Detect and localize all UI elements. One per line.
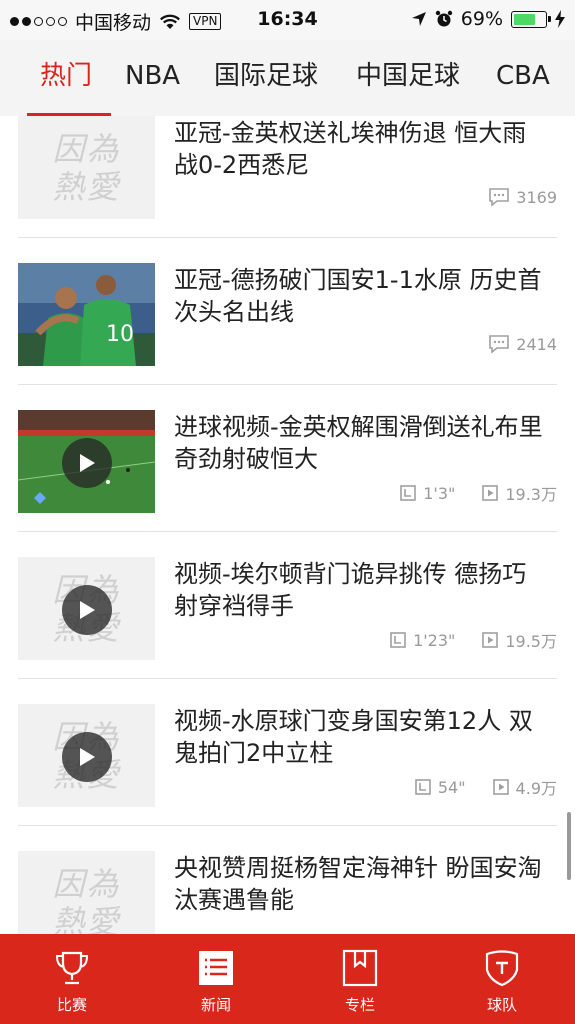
- charging-icon: [555, 10, 565, 28]
- nav-label: 比赛: [56, 996, 87, 1014]
- video-meta: 54" 4.9万: [414, 775, 557, 799]
- comment-icon: [489, 335, 510, 354]
- news-item[interactable]: 因為熱愛 视频-水原球门变身国安第12人 双鬼拍门2中立柱 54" 4.9万: [0, 679, 575, 826]
- news-title: 视频-埃尔顿背门诡异挑传 德扬巧射穿裆得手: [174, 560, 527, 620]
- nav-columns[interactable]: 专栏: [320, 934, 400, 1024]
- tab-intl-football[interactable]: 国际足球: [214, 40, 318, 116]
- news-item[interactable]: 因為熱愛 视频-埃尔顿背门诡异挑传 德扬巧射穿裆得手 1'23" 19.5万: [0, 532, 575, 679]
- play-count-icon: [482, 632, 499, 648]
- news-title: 央视赞周挺杨智定海神针 盼国安淘汰赛遇鲁能: [174, 854, 542, 914]
- category-tabs: 热门 NBA 国际足球 中国足球 CBA: [0, 40, 575, 116]
- thumbnail-video: [18, 410, 155, 513]
- thumbnail-video-placeholder: 因為熱愛: [18, 704, 155, 807]
- scrollbar[interactable]: [567, 812, 571, 880]
- battery-icon: [511, 10, 551, 28]
- news-item[interactable]: 进球视频-金英权解围滑倒送礼布里奇劲射破恒大 1'3" 19.3万: [0, 385, 575, 532]
- location-arrow-icon: [411, 12, 426, 26]
- duration-icon: [400, 485, 417, 501]
- trophy-icon: [55, 951, 89, 985]
- play-button[interactable]: [62, 732, 112, 782]
- play-icon: [80, 454, 95, 472]
- status-bar: 中国移动 VPN 16:34 69%: [0, 0, 575, 40]
- news-title: 亚冠-金英权送礼埃神伤退 恒大雨战0-2西悉尼: [174, 119, 527, 179]
- tab-nba[interactable]: NBA: [125, 40, 180, 116]
- news-title: 进球视频-金英权解围滑倒送礼布里奇劲射破恒大: [174, 413, 543, 473]
- play-icon: [80, 748, 95, 766]
- tab-cba[interactable]: CBA: [496, 40, 550, 116]
- news-list[interactable]: 因為 熱愛 亚冠-金英权送礼埃神伤退 恒大雨战0-2西悉尼 3169 10 亚冠…: [0, 116, 575, 934]
- svg-text:10: 10: [106, 322, 134, 347]
- comment-count: 3169: [488, 187, 557, 207]
- news-item[interactable]: 10 亚冠-德扬破门国安1-1水原 历史首次头名出线 2414: [0, 238, 575, 385]
- news-icon: [199, 951, 233, 985]
- thumbnail-placeholder: 因為 熱愛: [18, 851, 155, 934]
- duration-icon: [415, 779, 431, 795]
- battery-percent: 69%: [460, 8, 503, 30]
- status-right: 69%: [411, 8, 565, 30]
- tab-china-football[interactable]: 中国足球: [356, 40, 460, 116]
- thumbnail-placeholder: 因為 熱愛: [18, 116, 155, 219]
- comment-icon: [489, 188, 510, 207]
- bookmark-icon: [342, 949, 378, 987]
- video-meta: 1'3" 19.3万: [399, 481, 557, 505]
- thumbnail-video-placeholder: 因為熱愛: [18, 557, 155, 660]
- video-meta: 1'23" 19.5万: [389, 628, 557, 652]
- play-icon: [80, 601, 95, 619]
- news-title: 亚冠-德扬破门国安1-1水原 历史首次头名出线: [174, 266, 542, 326]
- nav-label: 专栏: [344, 996, 375, 1014]
- nav-matches[interactable]: 比赛: [32, 934, 112, 1024]
- nav-label: 球队: [486, 996, 517, 1014]
- alarm-icon: [435, 10, 452, 27]
- shield-icon: [485, 950, 519, 987]
- play-button[interactable]: [62, 585, 112, 635]
- news-title: 视频-水原球门变身国安第12人 双鬼拍门2中立柱: [174, 707, 533, 767]
- news-item[interactable]: 因為 熱愛 亚冠-金英权送礼埃神伤退 恒大雨战0-2西悉尼 3169: [0, 116, 575, 238]
- duration-icon: [390, 632, 406, 648]
- nav-teams[interactable]: 球队: [462, 934, 542, 1024]
- play-count-icon: [492, 779, 509, 795]
- play-count-icon: [482, 485, 499, 501]
- play-button[interactable]: [62, 438, 112, 488]
- tab-hot[interactable]: 热门: [40, 40, 92, 116]
- placeholder-logo: 因為熱愛: [52, 864, 121, 935]
- comment-count: 2414: [488, 334, 557, 354]
- nav-label: 新闻: [200, 996, 231, 1014]
- placeholder-logo: 因為熱愛: [52, 129, 121, 206]
- thumbnail-photo: 10: [18, 263, 155, 366]
- football-celebration-photo: 10: [18, 263, 155, 366]
- nav-news[interactable]: 新闻: [176, 934, 256, 1024]
- battery-fill: [514, 13, 535, 25]
- bottom-nav: 比赛 新闻 专栏 球队: [0, 934, 575, 1024]
- news-item[interactable]: 因為 熱愛 央视赞周挺杨智定海神针 盼国安淘汰赛遇鲁能: [0, 826, 575, 934]
